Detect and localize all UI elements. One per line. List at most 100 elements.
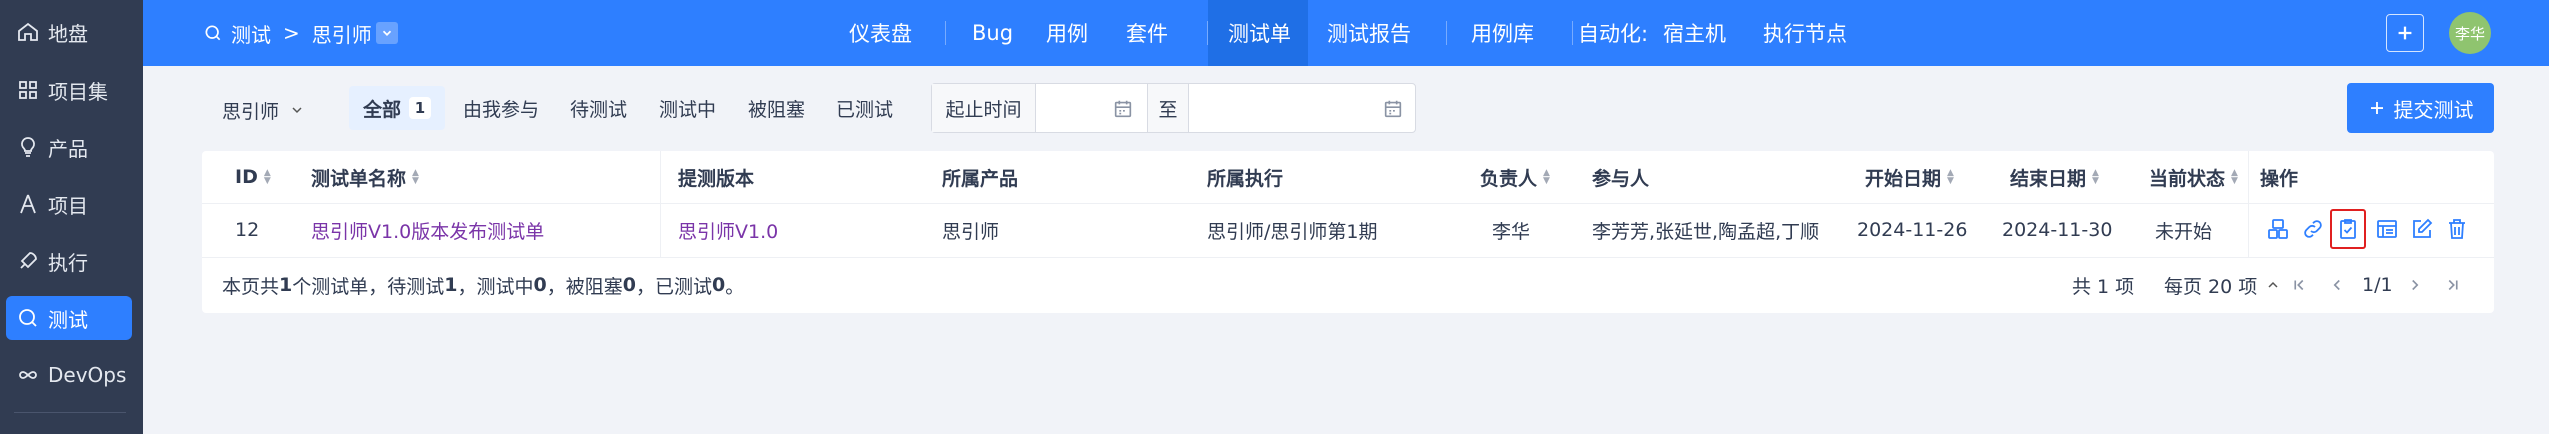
summary-text: ，测试中 (457, 275, 534, 298)
breadcrumb-separator: > (283, 21, 300, 45)
pager-per-page-dropdown[interactable]: 每页 20 项 (2164, 257, 2281, 313)
sidebar-item-label: DevOps (48, 363, 127, 387)
tab-wait[interactable]: 待测试 (556, 86, 641, 130)
project-icon (20, 194, 36, 214)
column-header-actions: 操作 (2260, 167, 2299, 190)
summary-count: 1 (279, 274, 293, 296)
sidebar-item-project[interactable]: 项目 (6, 182, 132, 226)
pager-per-page-label: 每页 20 项 (2164, 275, 2258, 298)
nav-host[interactable]: 宿主机 (1663, 0, 1726, 66)
nav-divider (1207, 21, 1208, 45)
quick-create-button[interactable] (2386, 14, 2424, 52)
submit-test-label: 提交测试 (2393, 97, 2474, 122)
summary-text: 本页共 (222, 275, 280, 298)
sidebar-item-label: 项目集 (48, 79, 108, 104)
column-header-product: 所属产品 (942, 167, 1019, 190)
row-build-link[interactable]: 思引师V1.0 (678, 203, 778, 257)
product-filter-dropdown[interactable]: 思引师 (222, 94, 305, 126)
calendar-icon[interactable] (1382, 98, 1404, 120)
sidebar-item-devops[interactable]: DevOps (6, 353, 132, 397)
sort-icon: ▲ ▼ (1543, 168, 1550, 186)
column-header-end[interactable]: 结束日期 ▲ ▼ (2010, 151, 2099, 203)
column-divider (2248, 151, 2249, 257)
sidebar-item-home[interactable]: 地盘 (6, 10, 132, 54)
sidebar-item-product[interactable]: 产品 (6, 125, 132, 169)
column-header-owner[interactable]: 负责人 ▲ ▼ (1480, 151, 1550, 203)
summary-count: 0 (622, 274, 636, 296)
pager-next-button[interactable] (2406, 257, 2424, 313)
nav-testreport[interactable]: 测试报告 (1327, 0, 1411, 66)
edit-button[interactable] (2406, 213, 2438, 245)
row-end-date: 2024-11-30 (2002, 219, 2113, 241)
sort-icon: ▲ ▼ (1947, 168, 1954, 186)
pager-first-button[interactable] (2290, 257, 2308, 313)
avatar[interactable]: 李华 (2449, 12, 2491, 54)
sidebar-item-test[interactable]: 测试 (6, 296, 132, 340)
column-header-id[interactable]: ID ▲ ▼ (235, 151, 271, 203)
edit-icon (2413, 218, 2433, 238)
summary-count: 0 (712, 274, 726, 296)
column-header-status[interactable]: 当前状态 ▲ ▼ (2149, 151, 2238, 203)
first-page-icon (2294, 279, 2304, 291)
chevron-down-icon (382, 30, 391, 36)
date-to-label: 至 (1148, 84, 1188, 132)
pager-prev-button[interactable] (2328, 257, 2346, 313)
summary-count: 1 (444, 274, 458, 296)
nav-automation-label: 自动化: (1578, 22, 1649, 46)
nav-dashboard[interactable]: 仪表盘 (849, 0, 912, 66)
row-product: 思引师 (942, 220, 1000, 243)
sidebar-item-label: 测试 (48, 307, 88, 332)
testtask-table: ID ▲ ▼ 测试单名称 ▲ ▼ 提测版本 所属产品 所属执行 负责人 ▲ ▼ 参与人… (202, 151, 2494, 313)
header-label: 开始日期 (1865, 167, 1942, 190)
tab-doing[interactable]: 测试中 (645, 86, 730, 130)
column-header-name[interactable]: 测试单名称 ▲ ▼ (311, 151, 419, 203)
header-label: 结束日期 (2010, 167, 2087, 190)
header-label: 测试单名称 (311, 167, 407, 190)
delete-icon (2449, 219, 2465, 239)
pager-last-button[interactable] (2444, 257, 2462, 313)
summary-text: ，被阻塞 (546, 275, 623, 298)
group-case-button[interactable] (2262, 213, 2294, 245)
product-switcher-button[interactable] (375, 22, 398, 44)
sidebar-item-label: 产品 (48, 136, 88, 161)
sidebar-item-program[interactable]: 项目集 (6, 68, 132, 112)
tab-involved[interactable]: 由我参与 (449, 86, 553, 130)
calendar-icon[interactable] (1112, 98, 1134, 120)
view-report-button[interactable] (2371, 213, 2403, 245)
row-execution: 思引师/思引师第1期 (1207, 220, 1378, 243)
breadcrumb-root[interactable]: 测试 (231, 19, 271, 48)
row-begin-date: 2024-11-26 (1857, 219, 1968, 241)
nav-suite[interactable]: 套件 (1126, 0, 1168, 66)
sidebar-item-execution[interactable]: 执行 (6, 239, 132, 283)
summary-count: 0 (533, 274, 547, 296)
report-icon (2377, 220, 2397, 238)
summary-text: 。 (725, 275, 745, 298)
nav-divider (1572, 21, 1573, 45)
tab-done[interactable]: 已测试 (822, 86, 907, 130)
header-label: 当前状态 (2149, 167, 2226, 190)
row-name-link[interactable]: 思引师V1.0版本发布测试单 (311, 203, 544, 257)
nav-exec-node[interactable]: 执行节点 (1763, 0, 1847, 66)
nav-case[interactable]: 用例 (1046, 0, 1088, 66)
pager-total: 共 1 项 (2072, 275, 2135, 298)
column-header-begin[interactable]: 开始日期 ▲ ▼ (1865, 151, 1954, 203)
nav-caselib[interactable]: 用例库 (1471, 0, 1534, 66)
row-members: 李芳芳,张延世,陶孟超,丁顺 (1592, 220, 1820, 243)
submit-test-button[interactable]: 提交测试 (2347, 83, 2494, 133)
row-status: 未开始 (2155, 220, 2213, 243)
nav-bug[interactable]: Bug (972, 0, 1013, 66)
sort-icon: ▲ ▼ (2231, 168, 2238, 186)
column-header-build: 提测版本 (678, 167, 755, 190)
link-case-button[interactable] (2297, 213, 2329, 245)
tab-all[interactable]: 全部 1 (349, 86, 446, 130)
plus-icon (2398, 26, 2412, 40)
clipboard-check-icon (2340, 219, 2356, 239)
sidebar: 地盘 项目集 产品 项目 执行 测试 DevOps (0, 0, 143, 434)
delete-button[interactable] (2441, 213, 2473, 245)
nav-testtask[interactable]: 测试单 (1228, 0, 1291, 66)
date-range-label: 起止时间 (932, 84, 1035, 132)
chevron-right-icon (2412, 279, 2419, 291)
run-case-button[interactable] (2330, 209, 2366, 249)
breadcrumb-product[interactable]: 思引师 (312, 19, 372, 48)
tab-blocked[interactable]: 被阻塞 (734, 86, 819, 130)
